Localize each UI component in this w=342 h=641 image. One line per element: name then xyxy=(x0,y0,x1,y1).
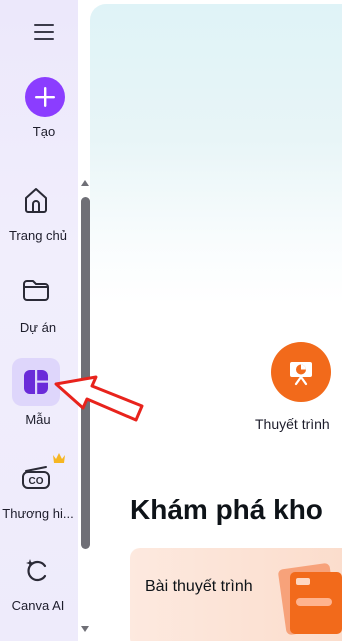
card-label: Bài thuyết trình xyxy=(145,578,253,595)
presentation-template-card[interactable]: Bài thuyết trình xyxy=(130,548,342,641)
nav-item-projects[interactable]: Dự án xyxy=(0,266,76,336)
presentation-shortcut-button[interactable] xyxy=(271,342,331,402)
templates-icon xyxy=(24,370,48,394)
home-icon xyxy=(25,188,47,213)
svg-text:CO: CO xyxy=(29,476,44,487)
nav-item-home[interactable]: Trang chủ xyxy=(0,176,76,246)
nav-item-label: Thương hi... xyxy=(2,506,74,521)
presentation-shortcut-label: Thuyết trình xyxy=(255,416,330,432)
scroll-up-arrow-icon[interactable] xyxy=(80,179,90,187)
nav-item-canva-ai[interactable]: Canva AI xyxy=(0,546,76,618)
annotation-arrow-icon xyxy=(54,375,144,422)
crown-icon xyxy=(53,453,65,463)
menu-button[interactable] xyxy=(22,19,66,45)
hamburger-icon xyxy=(34,24,54,40)
brand-icon: CO xyxy=(22,466,50,489)
main-panel: Thuyết trình Khám phá kho Bài thuyết trì… xyxy=(90,4,342,641)
plus-icon xyxy=(35,87,55,107)
app-window: Tạo Trang chủ Dự án Mẫu CO Thương hi... … xyxy=(0,0,342,641)
hero-banner xyxy=(90,4,342,304)
ai-sparkle-icon xyxy=(26,559,47,582)
nav-item-label: Trang chủ xyxy=(8,228,68,243)
scroll-down-arrow-icon[interactable] xyxy=(80,625,90,633)
nav-item-brand[interactable]: CO Thương hi... xyxy=(0,452,76,524)
create-label: Tạo xyxy=(32,124,56,139)
create-button[interactable] xyxy=(25,77,65,117)
nav-item-label: Dự án xyxy=(19,320,57,335)
nav-rail: Tạo Trang chủ Dự án Mẫu CO Thương hi... … xyxy=(0,0,78,641)
presentation-icon xyxy=(290,362,312,386)
nav-item-label: Canva AI xyxy=(11,598,65,613)
folder-icon xyxy=(23,280,49,301)
presentation-card-illustration xyxy=(278,563,342,635)
section-title: Khám phá kho xyxy=(130,494,323,525)
